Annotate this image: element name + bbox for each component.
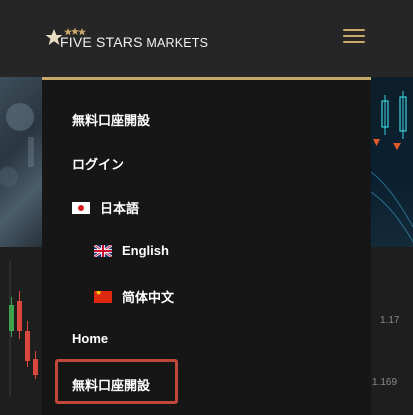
site-header: FIVE STARS MARKETS: [0, 0, 413, 77]
five-stars-logo[interactable]: FIVE STARS MARKETS: [44, 27, 208, 51]
background-chart-left: [0, 77, 42, 247]
china-flag-icon: [94, 290, 112, 303]
logo-text-suffix: MARKETS: [146, 36, 209, 50]
candlestick-chart-icon: [370, 91, 413, 243]
menu-accent-line: [42, 77, 371, 80]
background-chart-right: [370, 77, 413, 247]
menu-item-lang-english[interactable]: English: [94, 243, 169, 258]
menu-item-label: ログイン: [72, 157, 125, 172]
menu-item-label: 日本語: [100, 201, 140, 216]
logo-stars-icon: [45, 27, 86, 45]
hamburger-icon[interactable]: [343, 29, 365, 44]
candlestick-icon: [9, 261, 38, 397]
menu-item-label: 無料口座開設: [72, 113, 151, 128]
menu-item-home[interactable]: Home: [72, 331, 108, 346]
menu-item-label: Home: [72, 331, 109, 346]
menu-item-lang-japanese[interactable]: 日本語: [72, 198, 139, 217]
menu-item-login[interactable]: ログイン: [72, 154, 124, 173]
menu-item-open-account[interactable]: 無料口座開設: [72, 110, 150, 129]
uk-flag-icon: [94, 244, 112, 257]
menu-item-lang-chinese[interactable]: 简体中文: [94, 287, 174, 306]
menu-item-label: 简体中文: [122, 290, 175, 305]
price-label: 1.17: [380, 315, 400, 326]
japan-flag-icon: [72, 201, 90, 214]
highlight-frame: [55, 359, 178, 404]
menu-item-label: English: [122, 243, 169, 258]
blurred-chart-icon: [0, 103, 34, 187]
price-label: 1.169: [372, 377, 398, 388]
